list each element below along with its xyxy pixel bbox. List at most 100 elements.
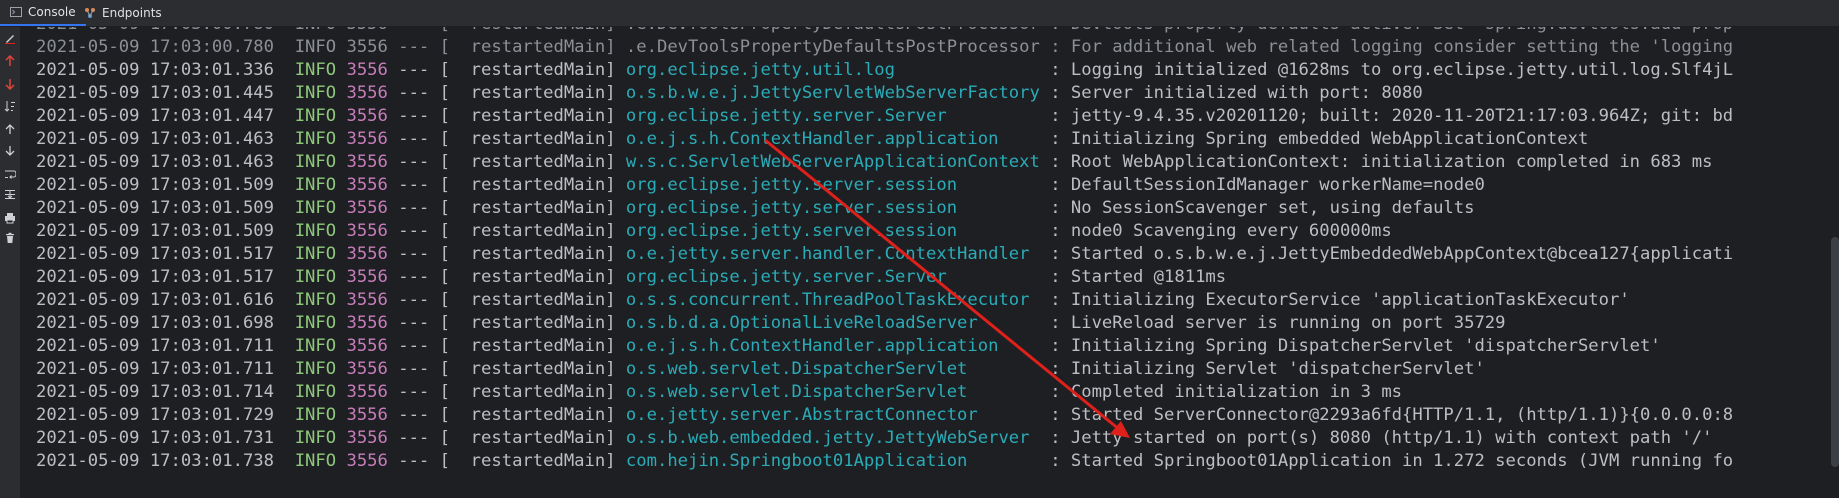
sort-icon[interactable] bbox=[3, 99, 17, 113]
console-output[interactable]: 2021-05-09 17:03:00.780 INFO 3556 --- [ … bbox=[21, 27, 1839, 498]
log-space bbox=[336, 382, 346, 402]
log-space bbox=[336, 198, 346, 218]
print-icon[interactable] bbox=[3, 211, 17, 225]
log-pid: 3556 bbox=[346, 152, 388, 172]
log-space bbox=[616, 313, 626, 333]
log-message: No SessionScavenger set, using defaults bbox=[1070, 198, 1475, 218]
log-level: INFO bbox=[294, 267, 337, 287]
log-logger: org.eclipse.jetty.server.session bbox=[625, 198, 958, 218]
vertical-scrollbar[interactable] bbox=[1831, 237, 1839, 467]
log-space bbox=[388, 290, 398, 310]
log-separator: --- bbox=[398, 152, 430, 172]
log-space bbox=[274, 129, 295, 149]
log-thread: [ restartedMain] bbox=[439, 106, 616, 126]
log-pid: 3556 bbox=[346, 244, 388, 264]
log-thread: [ restartedMain] bbox=[439, 336, 616, 356]
log-logger: com.hejin.Springboot01Application bbox=[625, 451, 968, 471]
soft-wrap-icon[interactable] bbox=[3, 31, 17, 45]
log-logger: .e.DevToolsPropertyDefaultsPostProcessor bbox=[625, 37, 1040, 57]
scroll-up-icon[interactable] bbox=[3, 122, 17, 136]
log-line: 2021-05-09 17:03:00.780 INFO 3556 --- [ … bbox=[36, 36, 1733, 59]
log-line: 2021-05-09 17:03:01.616 INFO 3556 --- [ … bbox=[36, 289, 1733, 312]
log-pid: 3556 bbox=[346, 313, 388, 333]
log-space bbox=[388, 267, 398, 287]
log-line: 2021-05-09 17:03:01.336 INFO 3556 --- [ … bbox=[36, 59, 1733, 82]
log-space bbox=[616, 198, 626, 218]
log-space bbox=[388, 152, 398, 172]
log-level: INFO bbox=[294, 221, 337, 241]
log-colon: : bbox=[1039, 60, 1071, 80]
log-message: Started @1811ms bbox=[1070, 267, 1227, 287]
tab-endpoints-label: Endpoints bbox=[102, 6, 162, 20]
log-space bbox=[336, 83, 346, 103]
log-colon: : bbox=[1039, 405, 1071, 425]
log-space bbox=[616, 336, 626, 356]
log-space bbox=[616, 175, 626, 195]
log-logger: w.s.c.ServletWebServerApplicationContext bbox=[625, 152, 1040, 172]
logger-padding bbox=[957, 221, 1040, 241]
log-space bbox=[336, 27, 346, 34]
logger-padding bbox=[978, 405, 1040, 425]
log-separator: --- bbox=[398, 244, 430, 264]
log-level: INFO bbox=[294, 290, 337, 310]
logger-padding bbox=[1029, 244, 1039, 264]
log-separator: --- bbox=[398, 106, 430, 126]
log-space bbox=[336, 290, 346, 310]
logger-padding bbox=[967, 451, 1039, 471]
log-space bbox=[274, 267, 295, 287]
log-space bbox=[274, 152, 295, 172]
log-message: Logging initialized @1628ms to org.eclip… bbox=[1070, 60, 1734, 80]
log-message: DefaultSessionIdManager workerName=node0 bbox=[1070, 175, 1485, 195]
scroll-to-end-icon[interactable] bbox=[3, 187, 17, 201]
log-colon: : bbox=[1039, 129, 1071, 149]
log-space bbox=[388, 129, 398, 149]
log-message: jetty-9.4.35.v20201120; built: 2020-11-2… bbox=[1070, 106, 1734, 126]
log-space bbox=[429, 382, 439, 402]
log-logger: org.eclipse.jetty.server.session bbox=[625, 221, 958, 241]
logger-padding bbox=[957, 175, 1040, 195]
log-space bbox=[429, 175, 439, 195]
log-timestamp: 2021-05-09 17:03:01.509 bbox=[36, 198, 274, 218]
log-colon: : bbox=[1039, 244, 1071, 264]
log-message: Devtools property defaults active! Set '… bbox=[1071, 27, 1733, 34]
log-thread: [ restartedMain] bbox=[439, 129, 616, 149]
log-timestamp: 2021-05-09 17:03:01.463 bbox=[36, 129, 274, 149]
log-space bbox=[616, 244, 626, 264]
log-line: 2021-05-09 17:03:01.445 INFO 3556 --- [ … bbox=[36, 82, 1733, 105]
log-separator: --- bbox=[398, 175, 430, 195]
trash-icon[interactable] bbox=[3, 231, 17, 245]
up-red-arrow-icon[interactable] bbox=[3, 54, 17, 68]
log-thread: [ restartedMain] bbox=[439, 152, 616, 172]
console-icon bbox=[10, 7, 22, 17]
log-space bbox=[336, 175, 346, 195]
logger-padding bbox=[967, 382, 1039, 402]
log-line: 2021-05-09 17:03:01.738 INFO 3556 --- [ … bbox=[36, 450, 1733, 473]
tab-endpoints[interactable]: Endpoints bbox=[74, 0, 172, 26]
log-colon: : bbox=[1039, 175, 1071, 195]
log-logger: o.e.jetty.server.AbstractConnector bbox=[625, 405, 978, 425]
log-space bbox=[388, 244, 398, 264]
log-space bbox=[616, 60, 626, 80]
log-message: Initializing Servlet 'dispatcherServlet' bbox=[1070, 359, 1485, 379]
log-separator: --- bbox=[398, 27, 429, 34]
tab-console[interactable]: Console bbox=[0, 0, 86, 26]
log-timestamp: 2021-05-09 17:03:01.509 bbox=[36, 221, 274, 241]
log-line: 2021-05-09 17:03:01.698 INFO 3556 --- [ … bbox=[36, 312, 1733, 335]
log-level: INFO bbox=[294, 198, 337, 218]
scroll-down-icon[interactable] bbox=[3, 144, 17, 158]
log-thread: [ restartedMain] bbox=[439, 221, 616, 241]
log-space bbox=[388, 451, 398, 471]
log-colon: : bbox=[1039, 336, 1071, 356]
log-thread: [ restartedMain] bbox=[439, 405, 616, 425]
log-space bbox=[388, 198, 398, 218]
logger-padding bbox=[947, 106, 1040, 126]
log-space bbox=[388, 405, 398, 425]
log-space bbox=[336, 37, 346, 57]
down-red-arrow-icon[interactable] bbox=[3, 77, 17, 91]
log-space bbox=[429, 290, 439, 310]
wrap-icon[interactable] bbox=[3, 167, 17, 181]
log-thread: [ restartedMain] bbox=[439, 451, 616, 471]
log-timestamp: 2021-05-09 17:03:01.517 bbox=[36, 267, 274, 287]
log-thread: [ restartedMain] bbox=[440, 27, 616, 34]
log-timestamp: 2021-05-09 17:03:01.616 bbox=[36, 290, 274, 310]
